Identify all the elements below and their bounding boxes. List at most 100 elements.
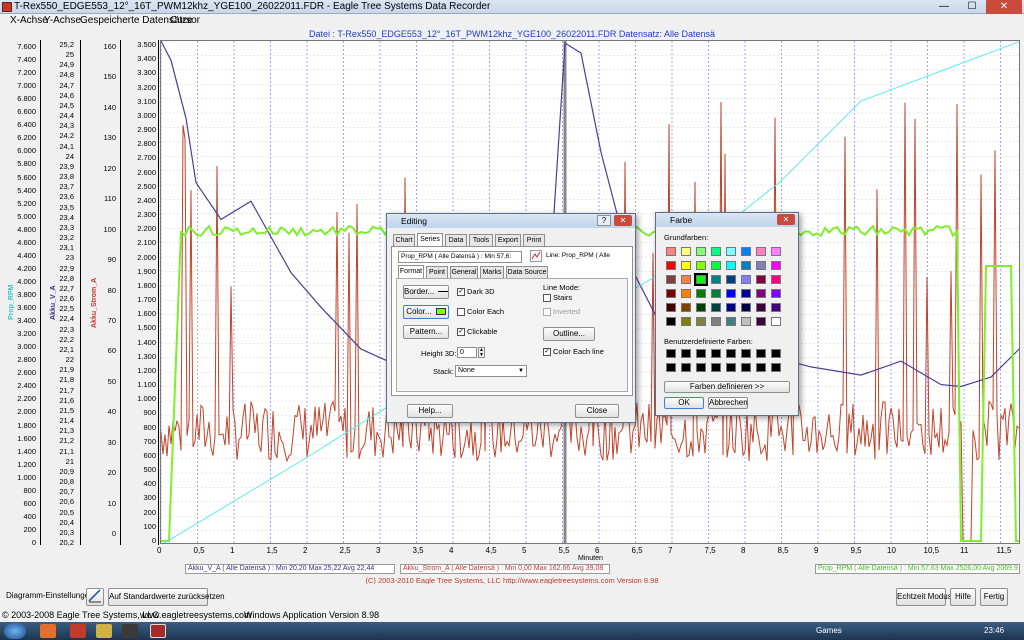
color-each-checkbox[interactable]: Color Each [457,307,504,317]
basic-color-swatch[interactable] [741,317,751,326]
realtime-mode-button[interactable]: Echtzeit Modus [896,588,952,606]
custom-color-swatch[interactable] [741,363,751,372]
height3d-spinner-icon[interactable]: ▲ ▼ [478,347,485,358]
basic-color-swatch[interactable] [771,247,781,256]
basic-color-swatch[interactable] [726,275,736,284]
color-each-line-checkbox[interactable]: ✓ Color Each line [543,347,604,357]
tab-export[interactable]: Export [495,234,521,246]
folder-icon[interactable] [96,624,112,638]
basic-color-swatch[interactable] [741,275,751,284]
basic-color-swatch[interactable] [711,289,721,298]
basic-color-swatch[interactable] [726,261,736,270]
basic-color-swatch[interactable] [681,289,691,298]
custom-color-swatch[interactable] [681,363,691,372]
basic-color-swatch[interactable] [711,303,721,312]
basic-color-swatch[interactable] [771,275,781,284]
custom-color-swatch[interactable] [666,349,676,358]
custom-color-swatch[interactable] [741,349,751,358]
custom-color-swatch[interactable] [726,349,736,358]
basic-color-swatch[interactable] [666,289,676,298]
custom-color-swatch[interactable] [696,349,706,358]
basic-color-swatch[interactable] [681,261,691,270]
subtab-data-source[interactable]: Data Source [506,266,548,278]
basic-color-swatch[interactable] [756,289,766,298]
custom-color-swatch[interactable] [711,349,721,358]
custom-color-swatch[interactable] [771,349,781,358]
start-orb-icon[interactable] [4,623,26,639]
subtab-general[interactable]: General [450,266,478,278]
basic-color-swatch[interactable] [771,303,781,312]
basic-color-swatch[interactable] [681,303,691,312]
custom-color-swatch[interactable] [696,363,706,372]
diagram-settings-icon[interactable] [86,588,104,606]
custom-color-swatch[interactable] [711,363,721,372]
pattern-button[interactable]: Pattern... [403,325,449,339]
basic-color-swatch[interactable] [726,289,736,298]
basic-color-swatch[interactable] [756,261,766,270]
stairs-checkbox[interactable]: Stairs [543,293,572,303]
custom-color-swatch[interactable] [681,349,691,358]
menu-y-achse[interactable]: Y-Achse [44,15,81,26]
basic-color-swatch[interactable] [726,247,736,256]
editing-close-button[interactable]: Close [575,404,619,418]
minimize-button[interactable]: — [930,0,958,14]
basic-color-swatch[interactable] [756,275,766,284]
menu-cursor[interactable]: Cursor [170,15,200,26]
reset-defaults-button[interactable]: Auf Standardwerte zurücksetzen [108,588,225,606]
tab-chart[interactable]: Chart [393,234,415,246]
subtab-marks[interactable]: Marks [480,266,504,278]
define-colors-button[interactable]: Farben definieren >> [664,381,790,393]
basic-color-swatch[interactable] [741,261,751,270]
basic-color-swatch[interactable] [681,247,691,256]
basic-color-swatch[interactable] [726,303,736,312]
games-label[interactable]: Games [816,626,842,635]
basic-color-swatch[interactable] [756,247,766,256]
border-button[interactable]: Border... [403,285,449,299]
maximize-button[interactable]: ☐ [958,0,986,14]
basic-color-swatch[interactable] [666,317,676,326]
basic-color-swatch[interactable] [756,317,766,326]
dark3d-checkbox[interactable]: ✓ Dark 3D [457,287,495,297]
basic-color-swatch[interactable] [771,317,781,326]
outline-button[interactable]: Outline... [543,327,595,341]
legend-akku-strom[interactable]: Akku_Strom_A ( Alle Datensä ) : Min 0,00… [400,564,610,574]
basic-color-swatch[interactable] [696,317,706,326]
basic-color-swatch[interactable] [741,289,751,298]
editing-help-button[interactable]: Help... [407,404,453,418]
stack-select[interactable]: None ▼ [455,365,527,377]
clickable-checkbox[interactable]: ✓ Clickable [457,327,497,337]
basic-color-swatch[interactable] [696,303,706,312]
basic-color-swatch[interactable] [726,317,736,326]
basic-color-swatch[interactable] [666,261,676,270]
cancel-button[interactable]: Abbrechen [708,397,748,409]
tab-series[interactable]: Series [417,233,443,246]
basic-color-swatch[interactable] [696,289,706,298]
basic-color-swatch[interactable] [696,261,706,270]
custom-color-swatch[interactable] [756,363,766,372]
app-task-icon-1[interactable] [70,624,86,638]
legend-prop-rpm[interactable]: Prop_RPM ( Alle Datensä ) : Min 57,63 Ma… [815,564,1020,574]
tab-data[interactable]: Data [445,234,467,246]
subtab-format[interactable]: Format [398,265,424,278]
basic-color-swatch[interactable] [666,303,676,312]
basic-color-swatch[interactable] [756,303,766,312]
menu-x-achse[interactable]: X-Achse [10,15,48,26]
basic-color-swatch[interactable] [681,275,691,284]
basic-color-swatch[interactable] [771,289,781,298]
editing-help-icon[interactable]: ? [597,215,611,226]
editing-close-icon[interactable]: ✕ [614,215,632,226]
basic-color-swatch[interactable] [711,261,721,270]
basic-color-swatch[interactable] [771,261,781,270]
basic-color-swatch[interactable] [696,247,706,256]
series-select[interactable]: Prop_RPM ( Alle Datensä ) : Min 57,6: [398,251,522,263]
help-button[interactable]: Hilfe [950,588,976,606]
close-button[interactable]: ✕ [986,0,1022,14]
basic-color-swatch[interactable] [666,247,676,256]
inverted-checkbox[interactable]: Inverted [543,307,580,317]
custom-color-swatch[interactable] [756,349,766,358]
basic-color-swatch[interactable] [694,273,708,286]
basic-color-swatch[interactable] [711,247,721,256]
firefox-icon[interactable] [40,624,56,638]
ok-button[interactable]: OK [664,397,704,409]
subtab-point[interactable]: Point [426,266,448,278]
